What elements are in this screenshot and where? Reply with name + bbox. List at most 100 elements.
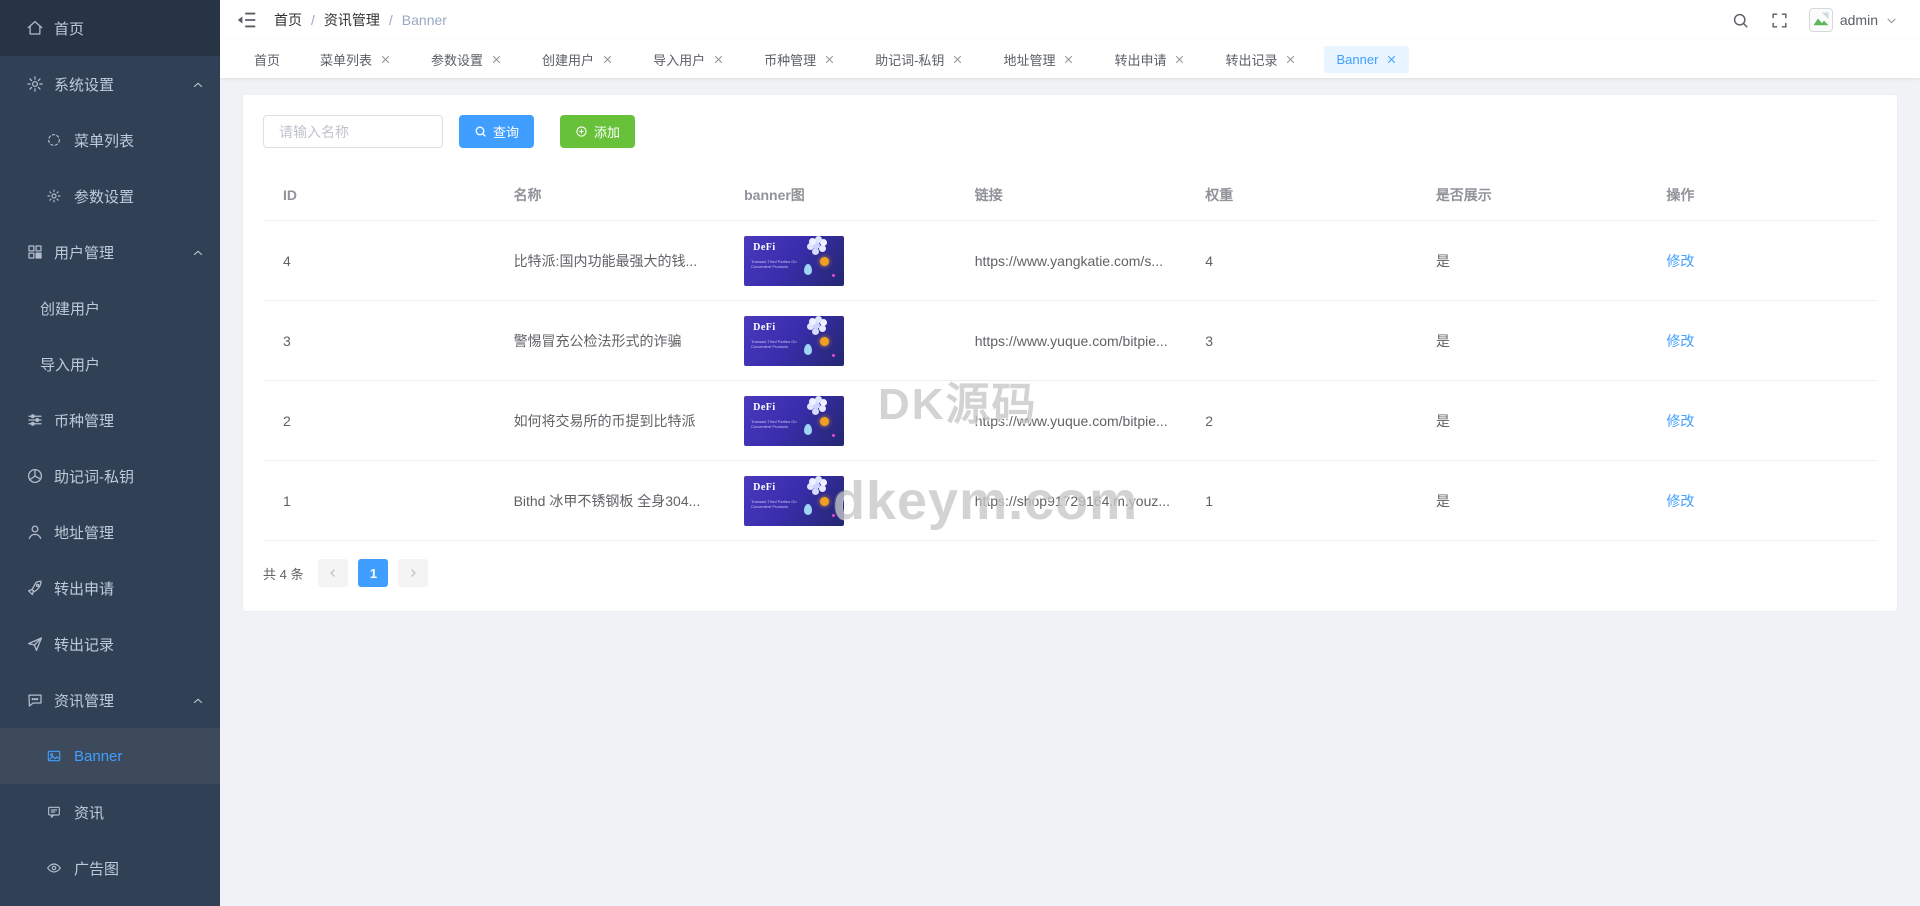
- tab-close-icon[interactable]: [602, 54, 613, 65]
- sidebar-item-label: 用户管理: [54, 242, 114, 263]
- sidebar-item-create-user[interactable]: 创建用户: [0, 280, 220, 336]
- cell-banner: DeFiTransact Third Parties GoConvenient …: [724, 301, 955, 381]
- sidebar-item-transfer-request[interactable]: 转出申请: [0, 560, 220, 616]
- sidebar-item-ad-image[interactable]: 广告图: [0, 840, 220, 896]
- sidebar-item-param-settings[interactable]: 参数设置: [0, 168, 220, 224]
- cell-name: 如何将交易所的币提到比特派: [494, 381, 725, 461]
- tab-close-icon[interactable]: [1174, 54, 1185, 65]
- breadcrumb-item[interactable]: 首页: [274, 10, 302, 30]
- page-1-button[interactable]: 1: [358, 559, 388, 587]
- cell-link: https://www.yuque.com/bitpie...: [955, 381, 1186, 461]
- edit-link[interactable]: 修改: [1666, 493, 1694, 509]
- sidebar-item-label: 广告图: [74, 858, 119, 879]
- sidebar-item-label: 参数设置: [74, 186, 134, 207]
- tab-close-icon[interactable]: [491, 54, 502, 65]
- sidebar-item-system-settings[interactable]: 系统设置: [0, 56, 220, 112]
- breadcrumb-separator: /: [311, 12, 315, 28]
- banner-caption-text: Transact Third Parties GoConvenient Prod…: [751, 420, 797, 430]
- cell-show: 是: [1416, 221, 1647, 301]
- edit-link[interactable]: 修改: [1666, 333, 1694, 349]
- cell-show: 是: [1416, 461, 1647, 541]
- add-button[interactable]: 添加: [560, 115, 635, 148]
- fullscreen-icon[interactable]: [1770, 11, 1789, 30]
- banner-art-blobs: [809, 238, 816, 245]
- tab-close-icon[interactable]: [1285, 54, 1296, 65]
- banner-art-coin: [820, 337, 829, 346]
- sidebar-item-news-management[interactable]: 资讯管理: [0, 672, 220, 728]
- banner-image: DeFi Transact Third Parties GoConvenient …: [744, 236, 844, 286]
- next-page-button[interactable]: [398, 559, 428, 587]
- pie-chart-icon: [26, 467, 44, 485]
- sidebar-item-news[interactable]: 资讯: [0, 784, 220, 840]
- cell-name: 比特派:国内功能最强大的钱...: [494, 221, 725, 301]
- banner-art-dot: [832, 434, 835, 437]
- prev-page-button[interactable]: [318, 559, 348, 587]
- sidebar-item-label: 首页: [54, 18, 84, 39]
- tab-转出记录[interactable]: 转出记录: [1213, 44, 1308, 75]
- tab-close-icon[interactable]: [1063, 54, 1074, 65]
- tab-首页[interactable]: 首页: [242, 44, 292, 75]
- tab-菜单列表[interactable]: 菜单列表: [308, 44, 403, 75]
- tab-label: 助记词-私钥: [875, 50, 944, 69]
- banner-art-dot: [832, 354, 835, 357]
- banner-art-blobs: [809, 478, 816, 485]
- tab-close-icon[interactable]: [1386, 54, 1397, 65]
- sidebar-item-user-management[interactable]: 用户管理: [0, 224, 220, 280]
- sidebar-item-banner[interactable]: Banner: [0, 728, 220, 784]
- tab-助记词-私钥[interactable]: 助记词-私钥: [863, 44, 975, 75]
- column-header: 名称: [494, 172, 725, 221]
- cell-action: 修改: [1646, 221, 1877, 301]
- cell-banner: DeFiTransact Third Parties GoConvenient …: [724, 461, 955, 541]
- sidebar-item-menu-list[interactable]: 菜单列表: [0, 112, 220, 168]
- tab-创建用户[interactable]: 创建用户: [530, 44, 625, 75]
- search-input[interactable]: [263, 115, 443, 148]
- banner-brand-text: DeFi: [753, 242, 776, 253]
- breadcrumb-item[interactable]: 资讯管理: [324, 10, 380, 30]
- banner-art-drop: [804, 264, 812, 275]
- tab-close-icon[interactable]: [952, 54, 963, 65]
- hamburger-menu-icon[interactable]: [236, 9, 258, 31]
- tab-close-icon[interactable]: [713, 54, 724, 65]
- tab-Banner[interactable]: Banner: [1324, 46, 1409, 73]
- sidebar-item-label: 转出申请: [54, 578, 114, 599]
- cell-show: 是: [1416, 381, 1647, 461]
- settings-gear-icon: [26, 75, 44, 93]
- tab-导入用户[interactable]: 导入用户: [641, 44, 736, 75]
- sidebar-item-address-management[interactable]: 地址管理: [0, 504, 220, 560]
- sidebar-item-home[interactable]: 首页: [0, 0, 220, 56]
- avatar: [1809, 8, 1833, 32]
- tab-币种管理[interactable]: 币种管理: [752, 44, 847, 75]
- message-icon: [46, 804, 62, 820]
- cell-id: 3: [263, 301, 494, 381]
- tab-close-icon[interactable]: [824, 54, 835, 65]
- sidebar-item-label: 系统设置: [54, 74, 114, 95]
- user-menu[interactable]: admin: [1809, 8, 1898, 32]
- tab-转出申请[interactable]: 转出申请: [1102, 44, 1197, 75]
- sidebar-item-label: Banner: [74, 748, 122, 765]
- cell-show: 是: [1416, 301, 1647, 381]
- sidebar-item-import-user[interactable]: 导入用户: [0, 336, 220, 392]
- cell-name: 警惕冒充公检法形式的诈骗: [494, 301, 725, 381]
- tab-label: Banner: [1336, 52, 1378, 67]
- cell-banner: DeFiTransact Third Parties GoConvenient …: [724, 381, 955, 461]
- qr-grid-icon: [26, 243, 44, 261]
- tab-参数设置[interactable]: 参数设置: [419, 44, 514, 75]
- tab-label: 转出记录: [1225, 50, 1277, 69]
- tab-close-icon[interactable]: [380, 54, 391, 65]
- edit-link[interactable]: 修改: [1666, 253, 1694, 269]
- column-header: ID: [263, 172, 494, 221]
- sidebar-item-transfer-records[interactable]: 转出记录: [0, 616, 220, 672]
- cell-banner: DeFi Transact Third Parties GoConvenient …: [724, 221, 955, 301]
- banner-image: DeFiTransact Third Parties GoConvenient …: [744, 316, 844, 366]
- banner-caption-text: Transact Third Parties GoConvenient Prod…: [751, 260, 797, 270]
- sidebar-item-mnemonic-privatekey[interactable]: 助记词-私钥: [0, 448, 220, 504]
- sidebar-item-coin-management[interactable]: 币种管理: [0, 392, 220, 448]
- arrow-left-icon: [327, 567, 339, 579]
- edit-link[interactable]: 修改: [1666, 413, 1694, 429]
- cell-action: 修改: [1646, 381, 1877, 461]
- tab-地址管理[interactable]: 地址管理: [991, 44, 1086, 75]
- search-icon[interactable]: [1731, 11, 1750, 30]
- chevron-up-icon: [192, 78, 204, 90]
- sidebar-item-label: 地址管理: [54, 522, 114, 543]
- query-button[interactable]: 查询: [459, 115, 534, 148]
